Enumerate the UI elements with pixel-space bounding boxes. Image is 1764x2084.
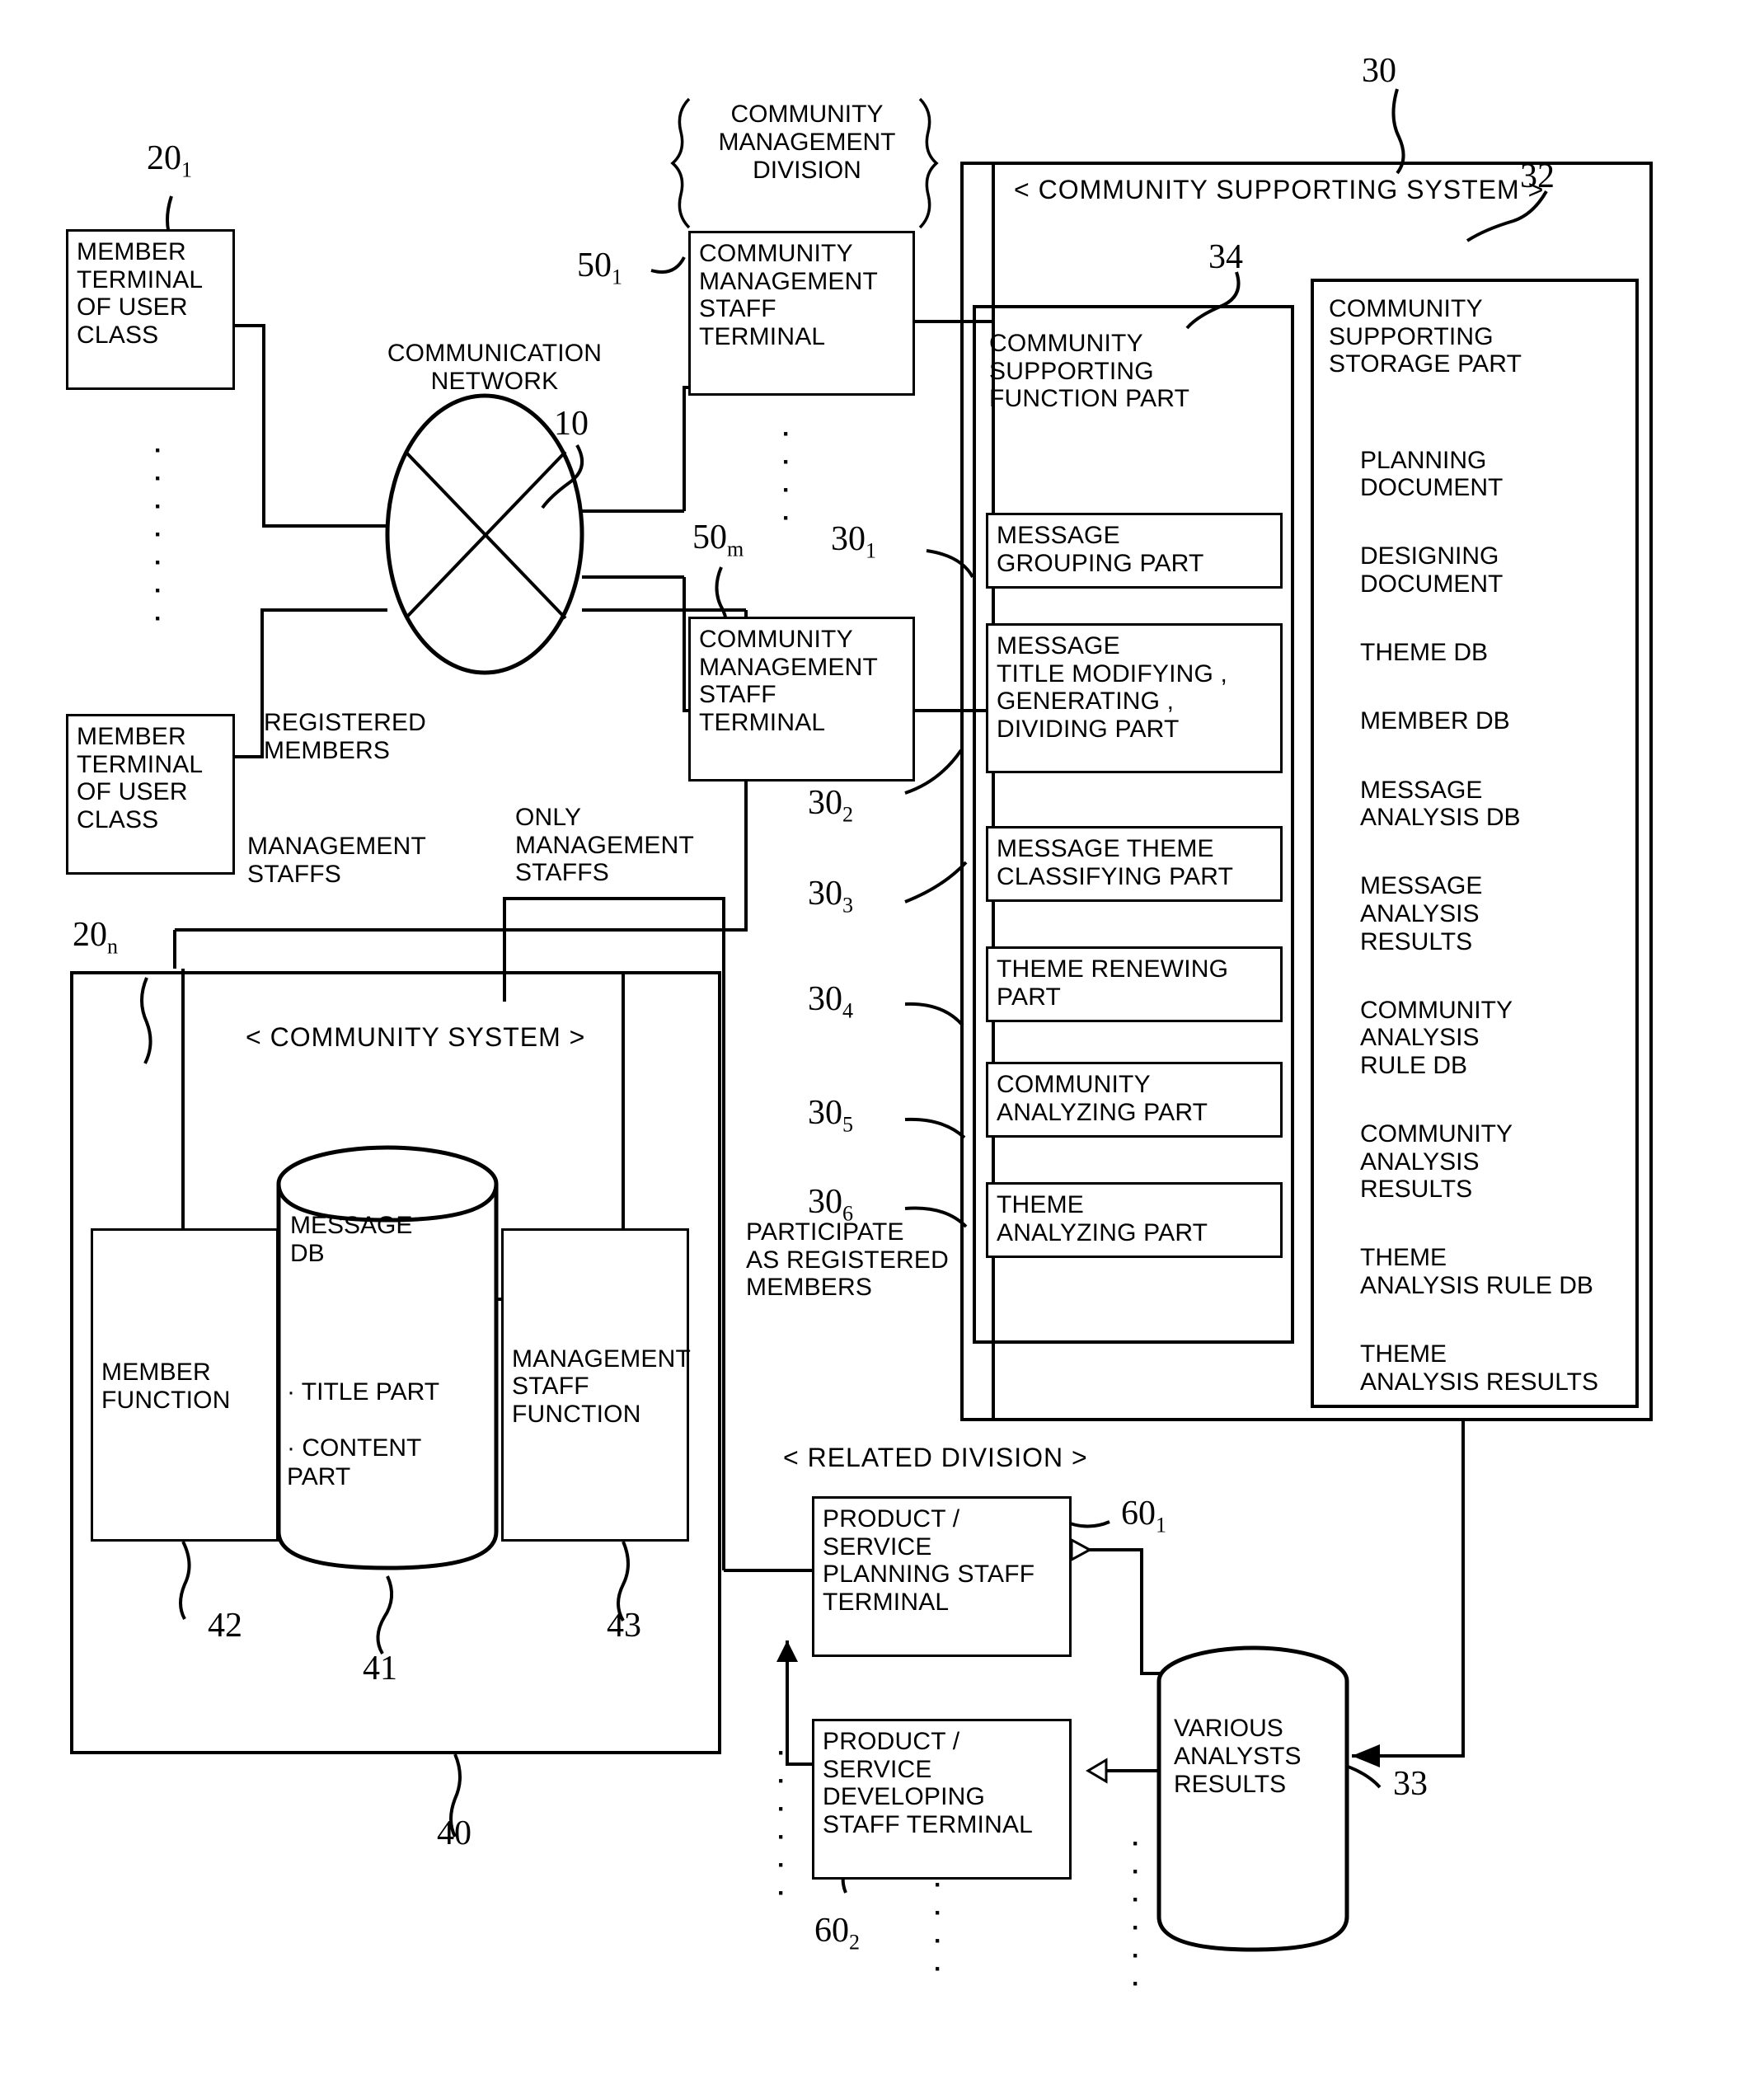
participate-as-registered-members-label: PARTICIPATE AS REGISTERED MEMBERS [746, 1218, 949, 1302]
arrowhead-dev [1086, 1758, 1108, 1784]
wire-css-analysts [1352, 1418, 1465, 1758]
storage-items-list: PLANNING DOCUMENT DESIGNING DOCUMENT THE… [1360, 419, 1632, 1437]
various-analysts-results-cylinder [1156, 1645, 1349, 1952]
management-staff-function-label: MANAGEMENT STAFF FUNCTION [512, 1345, 692, 1428]
ref-30-3: 303 [808, 875, 853, 918]
member-function-label: MEMBER FUNCTION [101, 1359, 231, 1414]
ref-20-n: 20n [73, 916, 118, 959]
communication-network-label: COMMUNICATION NETWORK [387, 340, 603, 395]
member-terminal-of-user-class-1[interactable]: MEMBER TERMINAL OF USER CLASS [66, 229, 235, 390]
ref-50-m: 50m [692, 519, 744, 561]
leader-304 [904, 1002, 964, 1027]
wire-term1-net [235, 324, 387, 528]
leader-30 [1391, 88, 1405, 175]
storage-item: COMMUNITY ANALYSIS RULE DB [1360, 996, 1513, 1079]
storage-item: THEME ANALYSIS RULE DB [1360, 1244, 1593, 1300]
registered-members-label: REGISTERED MEMBERS [264, 709, 427, 764]
storage-item: DESIGNING DOCUMENT [1360, 542, 1504, 598]
ref-60-2: 602 [814, 1912, 860, 1955]
network-x-2 [404, 450, 567, 620]
management-staffs-label: MANAGEMENT STAFFS [247, 833, 427, 888]
management-staff-terminal-ellipsis: · · · · [782, 420, 791, 532]
member-terminal-ellipsis: · · · · · · · [154, 437, 162, 632]
community-management-staff-terminal-1[interactable]: COMMUNITY MANAGEMENT STAFF TERMINAL [688, 231, 915, 396]
arrow-dev-up [776, 1640, 798, 1662]
member-terminal-of-user-class-n[interactable]: MEMBER TERMINAL OF USER CLASS [66, 714, 235, 875]
ref-40: 40 [437, 1814, 471, 1852]
storage-item: THEME DB [1360, 639, 1489, 667]
arrowhead-planning [1070, 1537, 1093, 1562]
message-db-cylinder [276, 1145, 499, 1570]
related-division-title: < RELATED DIVISION > [783, 1443, 1088, 1472]
only-management-staffs-label: ONLY MANAGEMENT STAFFS [515, 804, 695, 887]
leader-305 [904, 1117, 966, 1139]
theme-analyzing-part[interactable]: THEME ANALYZING PART [986, 1182, 1283, 1258]
ref-50-1: 501 [577, 246, 622, 289]
community-supporting-storage-part-title: COMMUNITY SUPPORTING STORAGE PART [1329, 295, 1522, 378]
ref-30-4: 304 [808, 980, 853, 1023]
ref-20-1: 201 [147, 139, 192, 182]
management-staff-function-box[interactable]: MANAGEMENT STAFF FUNCTION [501, 1228, 692, 1542]
ref-33: 33 [1393, 1765, 1428, 1803]
ref-30: 30 [1362, 52, 1396, 90]
message-db-fields: · TITLE PART · CONTENT PART [287, 1378, 440, 1490]
network-ellipse [385, 393, 584, 675]
related-division-ellipsis-right: · · · · · · [1132, 1830, 1140, 1997]
storage-item: MEMBER DB [1360, 707, 1510, 735]
arrow-css-analysts [1352, 1744, 1380, 1767]
network-x-1 [404, 450, 567, 620]
storage-item: MESSAGE ANALYSIS DB [1360, 776, 1521, 832]
related-division-ellipsis-mid: · · · · [934, 1871, 942, 1983]
community-analyzing-part[interactable]: COMMUNITY ANALYZING PART [986, 1062, 1283, 1138]
message-db-label: MESSAGE DB [290, 1212, 413, 1268]
wire-net-501 [683, 386, 688, 511]
message-grouping-part[interactable]: MESSAGE GROUPING PART [986, 513, 1283, 589]
ref-10: 10 [554, 405, 589, 443]
community-supporting-system-title: < COMMUNITY SUPPORTING SYSTEM > [1014, 175, 1545, 204]
member-function-box[interactable]: MEMBER FUNCTION [91, 1228, 279, 1542]
storage-item: THEME ANALYSIS RESULTS [1360, 1340, 1598, 1396]
ref-60-1: 601 [1121, 1495, 1166, 1537]
community-supporting-function-part-title: COMMUNITY SUPPORTING FUNCTION PART [989, 330, 1190, 413]
storage-item: PLANNING DOCUMENT [1360, 446, 1504, 502]
ref-30-5: 305 [808, 1094, 853, 1137]
bracket-right [918, 97, 939, 229]
message-theme-classifying-part[interactable]: MESSAGE THEME CLASSIFYING PART [986, 826, 1283, 902]
community-management-division-label: COMMUNITY MANAGEMENT DIVISION [718, 101, 896, 185]
community-management-staff-terminal-m[interactable]: COMMUNITY MANAGEMENT STAFF TERMINAL [688, 617, 915, 782]
patent-figure: 201 20n 10 501 50m 30 34 32 301 302 303 … [0, 0, 1764, 2084]
storage-item: COMMUNITY ANALYSIS RESULTS [1360, 1120, 1513, 1204]
leader-303 [904, 861, 968, 904]
related-division-ellipsis-left: · · · · · · [777, 1739, 786, 1907]
bracket-left [670, 97, 691, 229]
various-analysts-results-label: VARIOUS ANALYSTS RESULTS [1174, 1715, 1302, 1799]
community-system-title: < COMMUNITY SYSTEM > [246, 1022, 586, 1052]
ref-30-2: 302 [808, 784, 853, 827]
ref-30-1: 301 [831, 520, 876, 563]
storage-item: MESSAGE ANALYSIS RESULTS [1360, 872, 1483, 955]
product-service-planning-staff-terminal[interactable]: PRODUCT / SERVICE PLANNING STAFF TERMINA… [812, 1496, 1072, 1657]
leader-50-1 [650, 256, 686, 274]
message-title-modifying-generating-dividing-part[interactable]: MESSAGE TITLE MODIFYING , GENERATING , D… [986, 623, 1283, 773]
leader-10 [541, 444, 584, 509]
theme-renewing-part[interactable]: THEME RENEWING PART [986, 946, 1283, 1022]
product-service-developing-staff-terminal[interactable]: PRODUCT / SERVICE DEVELOPING STAFF TERMI… [812, 1719, 1072, 1880]
